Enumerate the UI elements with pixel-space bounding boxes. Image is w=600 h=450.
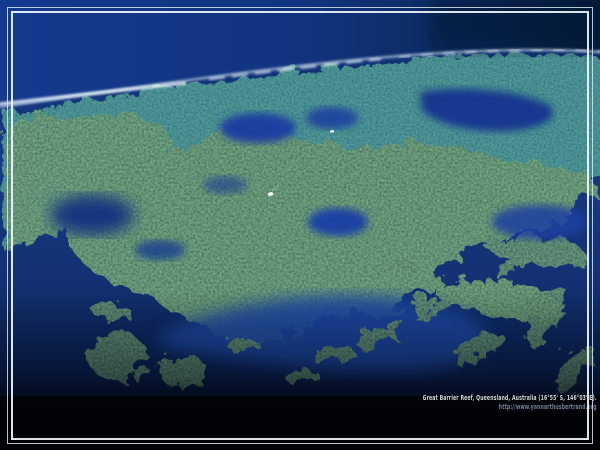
caption-url: http://www.yannarthusbertrand.org bbox=[423, 403, 597, 412]
caption-location: Great Barrier Reef, Queensland, Australi… bbox=[423, 394, 597, 403]
dark-corner-water bbox=[430, 0, 600, 52]
photo-caption: Great Barrier Reef, Queensland, Australi… bbox=[423, 394, 597, 411]
reef-aerial-photo bbox=[0, 0, 600, 450]
wallpaper: Great Barrier Reef, Queensland, Australi… bbox=[0, 0, 600, 450]
